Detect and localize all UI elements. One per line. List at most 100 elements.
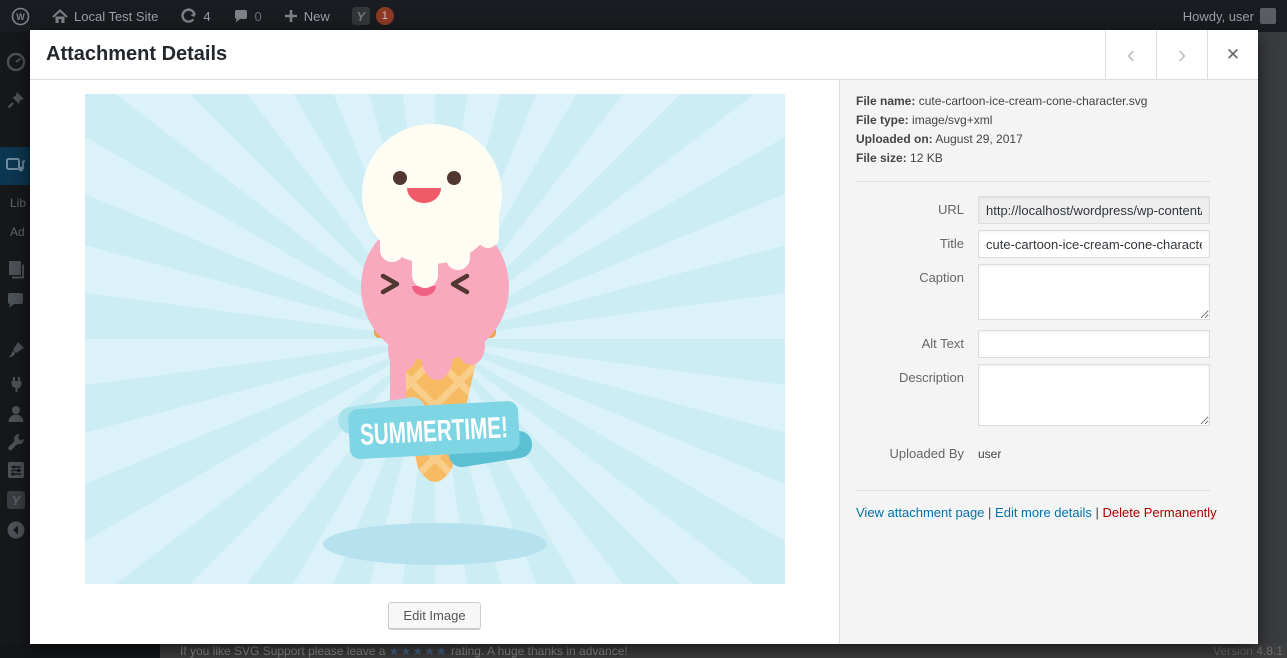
- svg-support-rating-text: If you like SVG Support please leave a ★…: [180, 644, 628, 658]
- dashboard-gauge-icon: [6, 52, 26, 72]
- edit-image-button[interactable]: Edit Image: [388, 602, 480, 629]
- wrench-icon: [6, 432, 26, 452]
- new-content-menu[interactable]: New: [273, 0, 341, 32]
- url-field-row: URL: [856, 196, 1242, 224]
- url-label: URL: [856, 196, 978, 224]
- sidebar-item-comments[interactable]: [6, 292, 26, 312]
- file-type-meta: File type: image/svg+xml: [856, 113, 1242, 127]
- modal-title: Attachment Details: [30, 30, 1105, 79]
- file-type-value: image/svg+xml: [912, 113, 992, 127]
- alt-text-input[interactable]: [978, 330, 1210, 358]
- sidebar-item-yoast[interactable]: Y: [6, 490, 26, 510]
- sidebar-item-users[interactable]: [6, 404, 26, 424]
- sidebar-item-plugins[interactable]: [6, 374, 26, 394]
- site-name-label: Local Test Site: [74, 9, 158, 24]
- sliders-icon: [6, 460, 26, 480]
- caption-field-row: Caption: [856, 264, 1242, 320]
- update-count: 4: [203, 9, 210, 24]
- updates-menu[interactable]: 4: [169, 0, 221, 32]
- alt-text-label: Alt Text: [856, 330, 978, 358]
- plus-icon: [284, 9, 298, 23]
- svg-text:W: W: [16, 12, 25, 22]
- sidebar-subitem-library[interactable]: Lib: [10, 196, 26, 210]
- modal-header: Attachment Details ‹ › ✕: [30, 30, 1258, 80]
- sidebar-item-tools[interactable]: [6, 432, 26, 452]
- svg-text:Y: Y: [12, 493, 22, 508]
- plug-icon: [6, 374, 26, 394]
- file-size-label: File size:: [856, 151, 907, 165]
- attachment-details-modal: Attachment Details ‹ › ✕: [30, 30, 1258, 644]
- user-icon: [6, 404, 26, 424]
- collapse-menu-button[interactable]: [6, 520, 26, 540]
- comment-bubble-icon: [233, 9, 249, 24]
- media-icon: [6, 156, 26, 176]
- version-label: Version 4.8.1: [1213, 644, 1283, 658]
- home-icon: [52, 9, 68, 24]
- account-menu[interactable]: Howdy, user: [1172, 0, 1287, 32]
- pushpin-icon: [6, 90, 26, 110]
- edit-more-details-link[interactable]: Edit more details: [995, 505, 1092, 520]
- uploaded-by-label: Uploaded By: [856, 440, 978, 468]
- wp-logo-menu[interactable]: W: [0, 0, 41, 32]
- dimmed-page-footer: If you like SVG Support please leave a ★…: [0, 644, 1287, 658]
- sidebar-item-appearance[interactable]: [6, 340, 26, 360]
- link-separator: |: [1096, 505, 1099, 520]
- wordpress-logo-icon: W: [11, 7, 30, 26]
- close-modal-button[interactable]: ✕: [1207, 30, 1258, 79]
- previous-attachment-button[interactable]: ‹: [1105, 30, 1156, 79]
- file-name-value: cute-cartoon-ice-cream-cone-character.sv…: [919, 94, 1148, 108]
- view-attachment-page-link[interactable]: View attachment page: [856, 505, 984, 520]
- file-size-meta: File size: 12 KB: [856, 151, 1242, 165]
- sidebar-item-dashboard[interactable]: [6, 52, 26, 72]
- attachment-details-sidebar: File name: cute-cartoon-ice-cream-cone-c…: [839, 80, 1258, 644]
- avatar: [1260, 8, 1276, 24]
- paintbrush-icon: [6, 340, 26, 360]
- sidebar-subitem-add-new[interactable]: Ad: [10, 225, 25, 239]
- yoast-seo-icon: Y: [352, 7, 370, 25]
- attachment-image-preview: SUMMERTIME!: [85, 94, 785, 584]
- links-divider: [856, 490, 1210, 491]
- howdy-label: Howdy, user: [1183, 9, 1254, 24]
- attachment-actions: View attachment page | Edit more details…: [856, 505, 1242, 520]
- uploaded-on-value: August 29, 2017: [935, 132, 1022, 146]
- sidebar-item-settings[interactable]: [6, 460, 26, 480]
- url-input[interactable]: [978, 196, 1210, 224]
- sidebar-item-media[interactable]: [6, 156, 26, 176]
- comments-icon: [6, 292, 26, 310]
- rating-text-before: If you like SVG Support please leave a: [180, 644, 385, 658]
- caption-textarea[interactable]: [978, 264, 1210, 320]
- collapse-arrow-icon: [6, 520, 26, 540]
- description-field-row: Description: [856, 364, 1242, 426]
- admin-bar: W Local Test Site 4 0 New Y 1 Howdy, use…: [0, 0, 1287, 32]
- next-attachment-button[interactable]: ›: [1156, 30, 1207, 79]
- sidebar-item-pages[interactable]: [6, 260, 26, 280]
- ground-shadow: [323, 523, 547, 565]
- file-type-label: File type:: [856, 113, 909, 127]
- pages-icon: [6, 260, 26, 280]
- sidebar-item-posts[interactable]: [6, 90, 26, 110]
- comments-menu[interactable]: 0: [222, 0, 273, 32]
- ice-cream-illustration: SUMMERTIME!: [85, 94, 785, 584]
- file-name-label: File name:: [856, 94, 915, 108]
- dimmed-menu-column: [0, 644, 160, 658]
- uploaded-by-value: user: [978, 440, 1210, 468]
- comment-count: 0: [255, 9, 262, 24]
- file-size-value: 12 KB: [910, 151, 943, 165]
- uploaded-by-row: Uploaded By user: [856, 440, 1242, 468]
- yoast-menu[interactable]: Y 1: [341, 0, 405, 32]
- caption-label: Caption: [856, 264, 978, 292]
- link-separator: |: [988, 505, 991, 520]
- modal-body: SUMMERTIME! Edit Image File name: cute-c…: [30, 80, 1258, 644]
- yoast-y-icon: Y: [6, 490, 26, 510]
- description-textarea[interactable]: [978, 364, 1210, 426]
- notification-badge: 1: [376, 7, 394, 25]
- description-label: Description: [856, 364, 978, 392]
- site-name-menu[interactable]: Local Test Site: [41, 0, 169, 32]
- title-input[interactable]: [978, 230, 1210, 258]
- uploaded-on-label: Uploaded on:: [856, 132, 933, 146]
- admin-sidebar-menu: Lib Ad Y: [0, 32, 30, 658]
- meta-divider: [856, 181, 1210, 182]
- title-label: Title: [856, 230, 978, 258]
- delete-permanently-link[interactable]: Delete Permanently: [1103, 505, 1217, 520]
- new-label: New: [304, 9, 330, 24]
